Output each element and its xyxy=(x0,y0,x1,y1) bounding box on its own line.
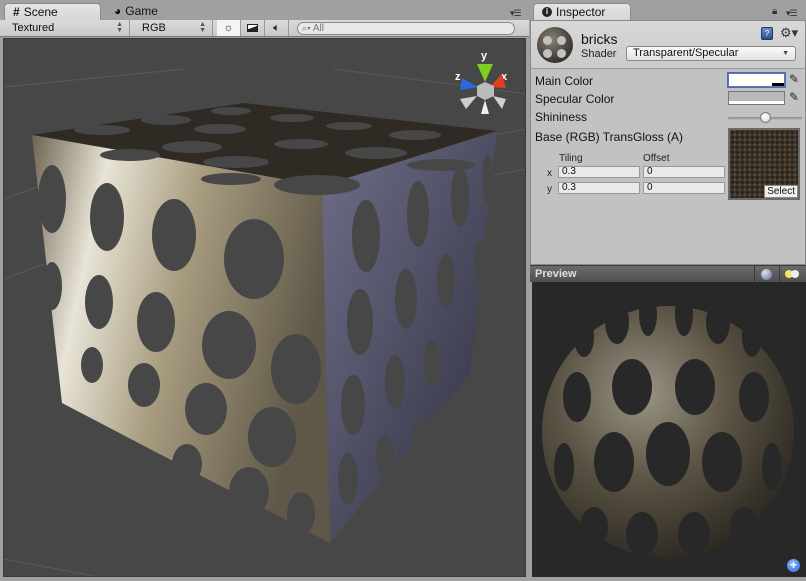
gizmo-z-cone[interactable] xyxy=(460,78,478,90)
render-mode-dropdown[interactable]: Textured ▲ ▼ xyxy=(0,20,130,36)
y-label: y xyxy=(547,184,552,195)
texture-label: Base (RGB) TransGloss (A) xyxy=(535,130,684,144)
offset-y-field[interactable]: 0 xyxy=(643,182,725,194)
chevron-down-icon: ▼ xyxy=(782,50,789,57)
speaker-icon: 🔈︎ xyxy=(273,21,280,34)
add-button[interactable]: + xyxy=(787,559,800,572)
tab-scene-label: Scene xyxy=(23,4,58,19)
offset-x-field[interactable]: 0 xyxy=(643,166,725,178)
inspector-tabbar: i Inspector 🔒︎ ▾☰ xyxy=(530,0,806,20)
lights-icon-secondary xyxy=(790,270,799,278)
search-icon: ⌕▾ xyxy=(302,22,311,33)
shininess-label: Shininess xyxy=(535,110,588,124)
texture-slot[interactable]: Select xyxy=(728,128,800,200)
panel-menu-icon[interactable]: ▾☰ xyxy=(510,8,522,19)
tiling-y-field[interactable]: 0.3 xyxy=(558,182,640,194)
panel-menu-icon[interactable]: ▾☰ xyxy=(786,8,798,19)
texture-select-button[interactable]: Select xyxy=(764,185,798,198)
inspector-panel: i Inspector 🔒︎ ▾☰ bricks Shader Transpar… xyxy=(530,0,806,581)
audio-toggle[interactable]: 🔈︎ xyxy=(265,20,289,36)
preview-title: Preview xyxy=(535,268,577,280)
alpha-bar xyxy=(729,101,784,104)
material-preview[interactable]: + xyxy=(532,282,806,577)
channel-mode-value: RGB xyxy=(142,22,166,34)
material-header: bricks Shader Transparent/Specular ▼ ? ⚙… xyxy=(531,21,805,69)
gizmo-neg-y-cone[interactable] xyxy=(481,100,489,114)
pacman-icon: ◕ xyxy=(114,4,122,18)
tiling-x-field[interactable]: 0.3 xyxy=(558,166,640,178)
preview-shape-button[interactable] xyxy=(754,266,778,282)
lock-icon[interactable]: 🔒︎ xyxy=(772,6,777,17)
scene-toolbar: Textured ▲ ▼ RGB ▲ ▼ ☼ 🔈︎ ⌕▾ All xyxy=(0,20,529,37)
tab-game[interactable]: ◕ Game xyxy=(106,3,166,20)
search-input[interactable]: ⌕▾ All xyxy=(297,21,515,35)
material-name: bricks xyxy=(581,31,618,47)
gizmo-neg-z-cone[interactable] xyxy=(493,96,506,109)
eyedropper-icon[interactable]: ✎ xyxy=(789,72,799,86)
skybox-toggle[interactable] xyxy=(241,20,265,36)
shader-dropdown[interactable]: Transparent/Specular ▼ xyxy=(626,46,796,61)
main-color-label: Main Color xyxy=(535,74,594,88)
grid-icon: # xyxy=(13,4,20,19)
updown-arrows-icon: ▲ ▼ xyxy=(116,21,123,34)
channel-mode-dropdown[interactable]: RGB ▲ ▼ xyxy=(130,20,213,36)
tiling-label: Tiling xyxy=(559,153,583,164)
lighting-toggle[interactable]: ☼ xyxy=(217,20,241,36)
alpha-bar xyxy=(772,83,784,86)
search-placeholder: All xyxy=(312,22,324,34)
scene-viewport[interactable]: y x z xyxy=(3,38,526,577)
tab-game-label: Game xyxy=(125,4,158,18)
eyedropper-icon[interactable]: ✎ xyxy=(789,90,799,104)
tab-inspector-label: Inspector xyxy=(556,4,606,19)
material-thumbnail xyxy=(537,27,573,63)
gizmo-cube[interactable] xyxy=(477,82,494,100)
sun-icon: ☼ xyxy=(223,22,234,34)
tab-inspector[interactable]: i Inspector xyxy=(533,3,631,20)
scene-tabbar: # Scene ◕ Game ▾☰ xyxy=(0,0,529,20)
gizmo-z-label: z xyxy=(455,71,461,83)
main-color-field[interactable] xyxy=(727,72,786,88)
specular-color-field[interactable] xyxy=(728,91,785,105)
shininess-slider-thumb[interactable] xyxy=(759,112,771,123)
updown-arrows-icon: ▲ ▼ xyxy=(199,21,206,34)
preview-sphere xyxy=(542,282,794,558)
sphere-icon xyxy=(761,268,772,280)
gizmo-y-label: y xyxy=(481,50,488,62)
x-label: x xyxy=(547,168,552,179)
preview-header: Preview xyxy=(530,265,806,282)
preview-lights-button[interactable] xyxy=(779,266,803,282)
offset-label: Offset xyxy=(643,153,670,164)
info-icon: i xyxy=(542,7,552,17)
image-icon xyxy=(247,24,258,32)
gizmo-neg-x-cone[interactable] xyxy=(460,96,477,109)
shader-label: Shader xyxy=(581,48,617,60)
specular-color-label: Specular Color xyxy=(535,92,615,106)
render-mode-value: Textured xyxy=(12,22,55,34)
tab-scene[interactable]: # Scene xyxy=(4,3,101,20)
help-book-icon[interactable]: ? xyxy=(761,27,773,40)
gizmo-y-cone[interactable] xyxy=(477,64,493,82)
orientation-gizmo[interactable]: y x z xyxy=(444,44,525,124)
scene-panel: # Scene ◕ Game ▾☰ Textured ▲ ▼ RGB ▲ ▼ ☼ 🔈… xyxy=(0,0,529,581)
gear-icon[interactable]: ⚙︎▾ xyxy=(780,25,798,41)
shader-value: Transparent/Specular xyxy=(633,47,739,59)
material-inspector: bricks Shader Transparent/Specular ▼ ? ⚙… xyxy=(530,20,806,265)
